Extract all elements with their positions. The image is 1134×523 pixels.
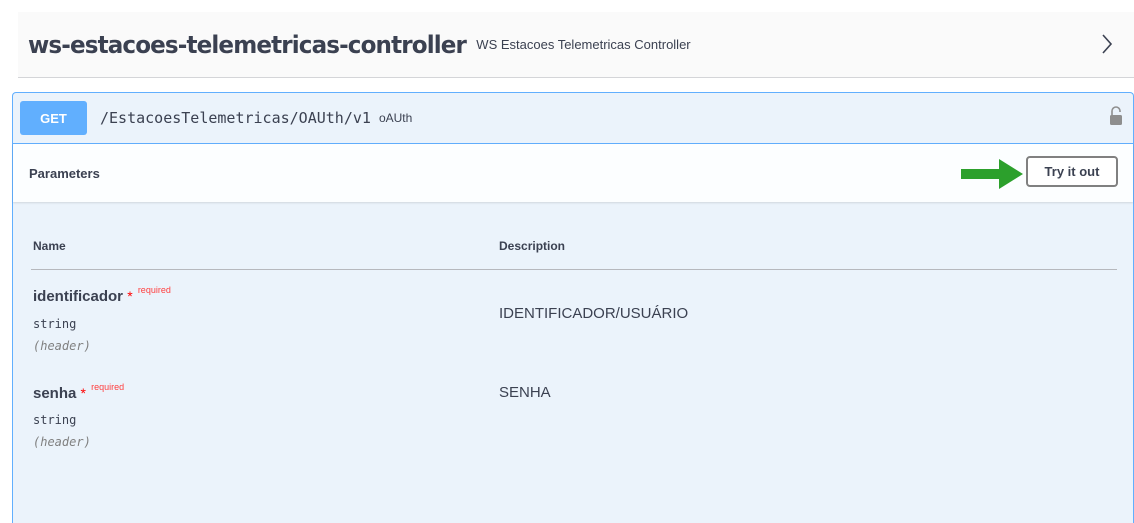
parameters-title: Parameters xyxy=(29,165,100,181)
parameter-type: string xyxy=(33,317,77,331)
tag-header[interactable]: ws-estacoes-telemetricas-controller WS E… xyxy=(18,12,1134,78)
parameter-name: identificador * required xyxy=(33,285,171,305)
column-header-description: Description xyxy=(499,239,566,253)
tag-description: WS Estacoes Telemetricas Controller xyxy=(476,37,691,52)
tag-name: ws-estacoes-telemetricas-controller xyxy=(28,30,467,59)
operation-block: GET /EstacoesTelemetricas/OAUth/v1 oAUth… xyxy=(12,92,1134,523)
parameter-description: IDENTIFICADOR/USUÁRIO xyxy=(499,305,689,322)
required-label: required xyxy=(137,285,171,295)
operation-summary-text: oAUth xyxy=(378,111,413,125)
parameters-header: Parameters Try it out xyxy=(13,144,1133,202)
parameter-description: SENHA xyxy=(499,384,551,401)
column-header-name: Name xyxy=(33,239,66,253)
operation-path: /EstacoesTelemetricas/OAUth/v1 xyxy=(100,109,371,127)
green-arrow-right-icon xyxy=(961,159,1023,189)
table-header-divider xyxy=(31,269,1117,270)
try-it-out-button[interactable]: Try it out xyxy=(1026,156,1118,187)
parameter-location: (header) xyxy=(33,435,91,449)
operation-summary[interactable]: GET /EstacoesTelemetricas/OAUth/v1 oAUth xyxy=(13,93,1133,144)
method-badge: GET xyxy=(20,101,87,135)
parameter-location: (header) xyxy=(33,339,91,353)
parameter-type: string xyxy=(33,413,77,427)
required-star: * xyxy=(127,288,133,304)
unlocked-padlock-icon[interactable] xyxy=(1109,105,1123,127)
chevron-right-icon[interactable] xyxy=(1100,32,1114,56)
required-star: * xyxy=(80,385,86,401)
parameter-name: senha * required xyxy=(33,382,125,402)
required-label: required xyxy=(91,382,125,392)
